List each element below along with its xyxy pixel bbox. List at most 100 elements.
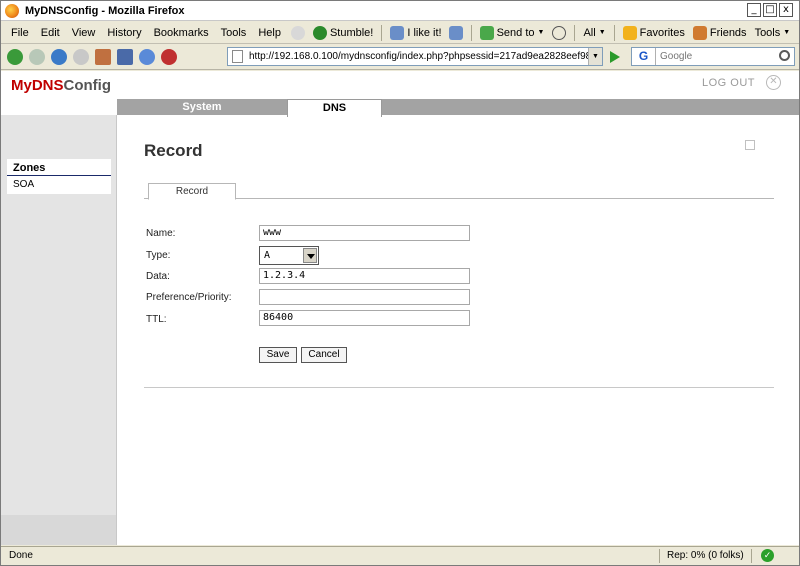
go-icon[interactable] bbox=[607, 49, 623, 65]
toolbar-tools-button[interactable]: Tools ▼ bbox=[751, 27, 795, 39]
page-icon bbox=[232, 50, 243, 63]
menu-history[interactable]: History bbox=[101, 27, 147, 39]
sidebar-footer bbox=[1, 515, 116, 545]
comment-icon[interactable] bbox=[552, 25, 567, 40]
search-input[interactable] bbox=[660, 49, 770, 64]
all-button[interactable]: All ▼ bbox=[579, 27, 609, 39]
tab-dns[interactable]: DNS bbox=[287, 99, 382, 117]
sidebar-menu: Zones SOA bbox=[7, 159, 111, 194]
page-title: Record bbox=[144, 141, 203, 160]
sidebar-heading-zones: Zones bbox=[7, 159, 111, 176]
type-label: Type: bbox=[146, 250, 171, 261]
status-bar: Done Rep: 0% (0 folks) ✓ bbox=[1, 546, 799, 565]
send-to-icon bbox=[479, 25, 494, 40]
i-like-it-label: I like it! bbox=[407, 26, 442, 39]
name-label: Name: bbox=[146, 228, 176, 239]
home-icon[interactable] bbox=[95, 49, 111, 65]
preference-input[interactable] bbox=[259, 289, 470, 305]
menu-tools[interactable]: Tools bbox=[215, 27, 253, 39]
data-input[interactable]: 1.2.3.4 bbox=[259, 268, 470, 284]
status-text: Done bbox=[9, 550, 33, 561]
tab-record[interactable]: Record bbox=[148, 183, 236, 200]
menu-view[interactable]: View bbox=[66, 27, 102, 39]
google-icon[interactable]: G bbox=[632, 48, 656, 65]
toolbar-tools-label: Tools bbox=[754, 26, 781, 39]
forward-icon[interactable] bbox=[29, 49, 45, 65]
form-divider bbox=[144, 387, 774, 388]
stop-icon[interactable] bbox=[73, 49, 89, 65]
url-dropdown-icon[interactable]: ▼ bbox=[588, 48, 602, 65]
chevron-down-icon[interactable] bbox=[303, 248, 317, 263]
addon-icon[interactable] bbox=[161, 49, 177, 65]
status-separator bbox=[659, 549, 660, 563]
minimize-button[interactable]: _ bbox=[747, 3, 761, 17]
name-input[interactable]: www bbox=[259, 225, 470, 241]
menu-edit[interactable]: Edit bbox=[35, 27, 66, 39]
reload-icon[interactable] bbox=[51, 49, 67, 65]
app-logo[interactable]: MyDNSConfig bbox=[11, 77, 111, 94]
cancel-button[interactable]: Cancel bbox=[301, 347, 347, 363]
firefox-icon bbox=[5, 3, 19, 18]
search-icon[interactable] bbox=[779, 50, 790, 61]
sidebar-item-soa[interactable]: SOA bbox=[7, 176, 111, 194]
toolbar-separator bbox=[470, 24, 472, 41]
stumble-label: Stumble! bbox=[329, 26, 374, 39]
ttl-input[interactable]: 86400 bbox=[259, 310, 470, 326]
send-to-label: Send to bbox=[496, 26, 535, 39]
preference-label: Preference/Priority: bbox=[146, 292, 232, 303]
close-button[interactable]: x bbox=[779, 3, 793, 17]
menu-file[interactable]: File bbox=[5, 27, 35, 39]
check-icon[interactable]: ✓ bbox=[761, 549, 774, 562]
gear-icon[interactable] bbox=[139, 49, 155, 65]
title-bar: MyDNSConfig - Mozilla Firefox _ □ x bbox=[1, 1, 799, 21]
friends-icon bbox=[692, 25, 707, 40]
maximize-button[interactable]: □ bbox=[763, 3, 777, 17]
menu-help[interactable]: Help bbox=[252, 27, 287, 39]
logo-config: Config bbox=[63, 77, 111, 94]
star-icon bbox=[622, 25, 637, 40]
logout-link[interactable]: LOG OUT bbox=[702, 77, 755, 89]
chevron-down-icon: ▼ bbox=[598, 29, 606, 36]
favorites-label: Favorites bbox=[639, 26, 685, 39]
window-title: MyDNSConfig - Mozilla Firefox bbox=[25, 4, 185, 17]
stumbleupon-icon bbox=[312, 25, 327, 40]
logo-my: My bbox=[11, 77, 32, 94]
data-label: Data: bbox=[146, 271, 170, 282]
page-content: MyDNSConfig LOG OUT ✕ System DNS Zones S… bbox=[1, 71, 799, 545]
url-bar[interactable]: http://192.168.0.100/mydnsconfig/index.p… bbox=[227, 47, 603, 66]
thumbs-down-icon[interactable] bbox=[448, 25, 463, 40]
type-select-value: A bbox=[264, 250, 271, 261]
chevron-down-icon: ▼ bbox=[783, 29, 791, 36]
top-navigation: System DNS bbox=[117, 99, 799, 117]
friends-button[interactable]: Friends bbox=[689, 25, 751, 40]
sidebar: Zones SOA bbox=[1, 115, 117, 545]
reputation-text[interactable]: Rep: 0% (0 folks) bbox=[667, 550, 744, 561]
window-controls: _ □ x bbox=[747, 3, 793, 17]
i-like-it-button[interactable]: I like it! bbox=[386, 25, 466, 40]
menu-bookmarks[interactable]: Bookmarks bbox=[148, 27, 215, 39]
throbber-icon bbox=[290, 25, 305, 40]
help-checkbox-icon[interactable] bbox=[745, 140, 755, 150]
status-separator bbox=[751, 549, 752, 563]
logout-icon[interactable]: ✕ bbox=[766, 75, 781, 90]
browser-window: MyDNSConfig - Mozilla Firefox _ □ x File… bbox=[0, 0, 800, 566]
toolbar-separator bbox=[574, 24, 576, 41]
all-label: All bbox=[583, 26, 596, 39]
favorites-button[interactable]: Favorites bbox=[619, 25, 689, 40]
toolbar-separator bbox=[613, 24, 615, 41]
screen-icon[interactable] bbox=[117, 49, 133, 65]
toolbar-separator bbox=[381, 24, 383, 41]
back-icon[interactable] bbox=[7, 49, 23, 65]
tab-system[interactable]: System bbox=[117, 99, 287, 115]
menu-bar: File Edit View History Bookmarks Tools H… bbox=[1, 22, 799, 44]
logo-dns: DNS bbox=[31, 77, 64, 94]
chevron-down-icon: ▼ bbox=[537, 29, 545, 36]
type-select[interactable]: A bbox=[259, 246, 319, 265]
ttl-label: TTL: bbox=[146, 314, 167, 325]
stumble-button[interactable]: Stumble! bbox=[309, 25, 377, 40]
send-to-button[interactable]: Send to ▼ bbox=[476, 25, 549, 40]
save-button[interactable]: Save bbox=[259, 347, 297, 363]
search-box: G bbox=[631, 47, 795, 66]
form-tabbar: Record bbox=[144, 183, 774, 200]
navigation-toolbar: http://192.168.0.100/mydnsconfig/index.p… bbox=[1, 45, 799, 70]
